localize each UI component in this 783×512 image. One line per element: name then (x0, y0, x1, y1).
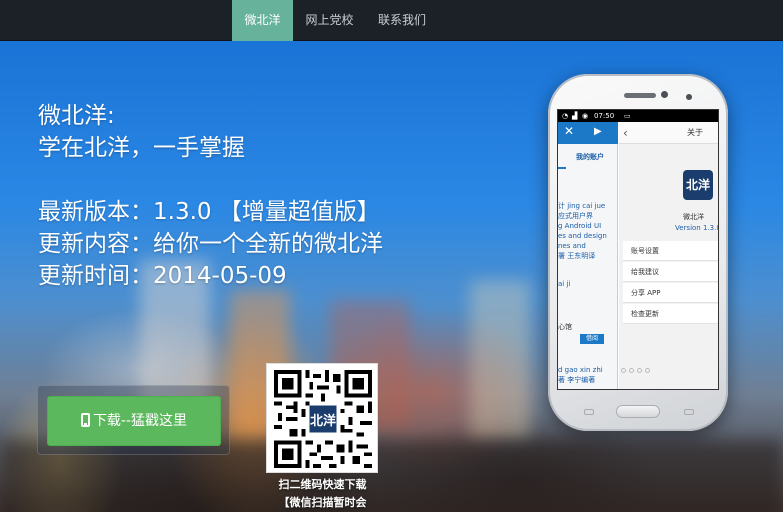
latest-version: 最新版本：1.3.0 【增量超值版】 (38, 199, 380, 225)
hero-slogan: 学在北洋，一手掌握 (38, 135, 245, 161)
qr-caption-2: 【微信扫描暂时会 (278, 496, 367, 509)
phone-camera-icon (661, 91, 668, 98)
book-line-10: 著 李宁编著 (558, 376, 596, 384)
nav-item-party-school[interactable]: 网上党校 (293, 0, 366, 41)
menu-check-update[interactable]: 检查更新 (623, 304, 718, 324)
book-line-2: 应式用户界 (558, 212, 593, 220)
download-button-label: 下载--猛戳这里 (92, 413, 188, 429)
nav-item-contact-us[interactable]: 联系我们 (366, 0, 438, 41)
mobile-phone-icon (80, 413, 90, 427)
page-dot (645, 368, 650, 373)
nav-item-weibeiyang[interactable]: 微北洋 (232, 0, 293, 41)
download-button-frame: 下载--猛戳这里 (37, 385, 230, 455)
left-panel-toolbar: ✕ ▶ (558, 122, 618, 144)
phone-screen: ◔ ▟ ◉ 07:50 ▭ ✕ ▶ 我的账户 计 jing cai jue 应式… (557, 109, 719, 390)
book-line-5: nes and (558, 242, 586, 250)
book-line-3: g Android UI (558, 222, 602, 230)
phone-left-panel: ✕ ▶ 我的账户 计 jing cai jue 应式用户界 g Android … (558, 122, 618, 389)
qr-code-pattern: 北洋 (274, 370, 372, 468)
alarm-icon: ◉ (582, 112, 589, 120)
page-dot (629, 368, 634, 373)
book-line-4: es and design (558, 232, 607, 240)
borrow-badge[interactable]: 借阅 (580, 334, 604, 344)
menu-account-settings[interactable]: 账号设置 (623, 241, 718, 261)
menu-feedback[interactable]: 给我建议 (623, 262, 718, 282)
phone-right-panel: ‹ 关于 北洋 微北洋 Version 1.3.0 账号设置 给我建议 分享 A… (619, 122, 719, 389)
menu-share-app[interactable]: 分享 APP (623, 283, 718, 303)
book-line-6: 署 王东明译 (558, 252, 596, 260)
book-line-9: d gao xin zhi (558, 366, 603, 374)
top-navbar: 微北洋 网上党校 联系我们 (0, 0, 783, 41)
signal-icon: ▟ (572, 112, 578, 120)
tab-my-account[interactable]: 我的账户 (576, 153, 604, 162)
tab-indicator (558, 167, 566, 169)
wifi-icon: ◔ (562, 112, 569, 120)
book-line-7: ai ji (558, 280, 571, 288)
phone-speaker (624, 93, 656, 98)
back-key-icon (684, 409, 694, 415)
page-indicator-dots (621, 358, 653, 377)
about-title: 关于 (687, 128, 703, 137)
phone-sensor-icon (686, 94, 692, 100)
play-icon[interactable]: ▶ (594, 126, 602, 137)
back-icon[interactable]: ‹ (623, 122, 628, 144)
app-logo-icon: 北洋 (683, 170, 713, 200)
app-version: Version 1.3.0 (675, 224, 719, 232)
menu-key-icon (584, 409, 594, 415)
update-content: 更新内容：给你一个全新的微北洋 (38, 231, 383, 257)
about-header: ‹ 关于 (619, 122, 718, 144)
qr-caption-1: 扫二维码快速下载 (278, 478, 367, 491)
book-line-8: 心馆 (558, 323, 572, 331)
book-line-1: 计 jing cai jue (558, 202, 606, 210)
notification-icon: ▭ (624, 112, 631, 120)
qr-center-logo: 北洋 (310, 413, 336, 429)
hero-title: 微北洋: (38, 103, 115, 129)
qr-code: 北洋 (266, 363, 378, 473)
page-dot (621, 368, 626, 373)
app-name: 微北洋 (683, 213, 704, 221)
close-icon[interactable]: ✕ (564, 124, 574, 138)
phone-status-bar: ◔ ▟ ◉ 07:50 ▭ (558, 110, 718, 122)
phone-home-button (616, 405, 660, 418)
status-time: 07:50 (594, 112, 615, 120)
page-dot (637, 368, 642, 373)
download-button[interactable]: 下载--猛戳这里 (47, 396, 221, 446)
update-time: 更新时间：2014-05-09 (38, 263, 287, 289)
